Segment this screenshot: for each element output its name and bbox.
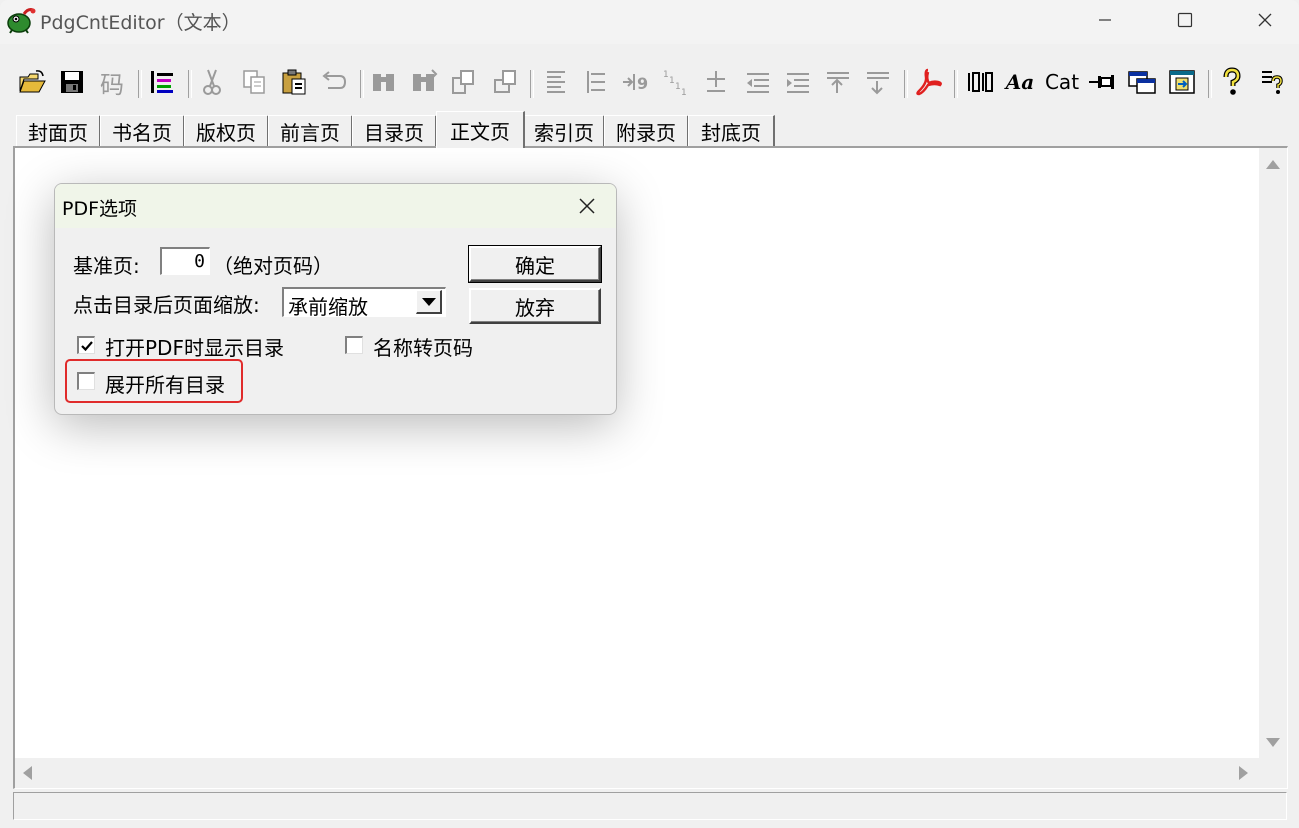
help-icon[interactable] <box>1216 66 1248 98</box>
base-page-input[interactable]: 0 <box>160 247 210 275</box>
align-indent-icon[interactable] <box>580 66 612 98</box>
indent-right-icon[interactable] <box>782 66 814 98</box>
svg-text:1: 1 <box>669 76 675 86</box>
dialog-close-button[interactable] <box>567 190 607 222</box>
toolbar-separator <box>530 70 534 98</box>
zoom-dropdown-button[interactable] <box>416 290 442 314</box>
tab-back-cover[interactable]: 封底页 <box>688 115 775 146</box>
dialog-title: PDF选项 <box>62 198 138 220</box>
level-down-icon[interactable] <box>862 66 894 98</box>
toolbar-separator <box>138 70 142 98</box>
open-folder-icon[interactable] <box>16 66 48 98</box>
window-title: PdgCntEditor（文本） <box>40 12 241 34</box>
undo-icon[interactable] <box>318 66 350 98</box>
tab-copyright[interactable]: 版权页 <box>184 115 269 146</box>
zoom-select[interactable]: 承前缩放 <box>282 287 446 319</box>
show-toc-checkbox[interactable] <box>77 336 95 354</box>
level-up-icon[interactable] <box>822 66 854 98</box>
tab-appendix[interactable]: 附录页 <box>604 115 689 146</box>
whats-this-icon[interactable] <box>1256 66 1288 98</box>
highlight-box <box>65 359 243 403</box>
show-toc-label[interactable]: 打开PDF时显示目录 <box>105 332 284 361</box>
scroll-left-icon[interactable] <box>23 766 32 780</box>
tab-index[interactable]: 索引页 <box>524 115 605 146</box>
tab-cover[interactable]: 封面页 <box>16 115 101 146</box>
status-bar <box>13 792 1287 820</box>
maximize-button[interactable] <box>1162 0 1208 40</box>
toolbar-separator <box>1208 70 1212 98</box>
close-icon <box>579 198 595 214</box>
minimize-button[interactable] <box>1082 0 1128 40</box>
app-window: PdgCntEditor（文本） 码 9 1 1 1 1 Aa Cat 封面页 … <box>0 0 1299 828</box>
zoom-label: 点击目录后页面缩放: <box>73 293 260 317</box>
dialog-title-bar[interactable]: PDF选项 <box>55 184 616 228</box>
svg-text:1: 1 <box>675 82 681 92</box>
export-icon[interactable] <box>1166 66 1198 98</box>
tab-contents[interactable]: 目录页 <box>352 115 437 146</box>
name-to-page-checkbox[interactable] <box>345 336 363 354</box>
ok-button[interactable]: 确定 <box>468 245 602 283</box>
pin-icon[interactable] <box>1086 66 1118 98</box>
cat-icon[interactable]: Cat <box>1042 66 1082 98</box>
chevron-down-icon <box>422 298 436 306</box>
toolbar-separator <box>188 70 192 98</box>
scroll-up-icon[interactable] <box>1266 160 1280 169</box>
svg-text:1: 1 <box>663 70 669 80</box>
columns-icon[interactable] <box>964 66 996 98</box>
number-icon[interactable]: 9 <box>620 66 652 98</box>
find-icon[interactable] <box>368 66 400 98</box>
cancel-button[interactable]: 放弃 <box>469 288 601 324</box>
tab-preface[interactable]: 前言页 <box>268 115 353 146</box>
title-bar[interactable]: PdgCntEditor（文本） <box>0 0 1299 44</box>
plus-minus-icon[interactable] <box>700 66 732 98</box>
save-icon[interactable] <box>56 66 88 98</box>
name-to-page-label[interactable]: 名称转页码 <box>373 332 473 361</box>
replace-next-icon[interactable] <box>490 66 522 98</box>
vertical-scrollbar[interactable] <box>1259 148 1287 758</box>
app-logo-icon <box>6 6 36 34</box>
font-icon[interactable]: Aa <box>1004 66 1036 98</box>
toolbar-separator <box>904 70 908 98</box>
window-icon[interactable] <box>1126 66 1158 98</box>
number-list-icon[interactable]: 1111 <box>660 66 692 98</box>
svg-text:9: 9 <box>637 74 648 93</box>
paste-icon[interactable] <box>278 66 310 98</box>
horizontal-scrollbar[interactable] <box>15 758 1259 788</box>
replace-icon[interactable] <box>448 66 480 98</box>
tree-icon[interactable] <box>146 66 178 98</box>
svg-text:1: 1 <box>681 88 687 97</box>
copy-icon[interactable] <box>238 66 270 98</box>
cut-icon[interactable] <box>196 66 228 98</box>
find-next-icon[interactable] <box>408 66 440 98</box>
close-button[interactable] <box>1242 0 1288 40</box>
checkmark-icon <box>81 341 93 352</box>
base-page-hint: （绝对页码） <box>213 254 333 278</box>
indent-left-icon[interactable] <box>742 66 774 98</box>
zoom-select-value: 承前缩放 <box>288 295 368 319</box>
toolbar-separator <box>360 70 364 98</box>
align-left-icon[interactable] <box>540 66 572 98</box>
tab-body[interactable]: 正文页 <box>436 111 525 148</box>
base-page-label: 基准页: <box>73 254 140 278</box>
scroll-down-icon[interactable] <box>1266 738 1280 747</box>
pdf-options-dialog: PDF选项 基准页: 0 （绝对页码） 点击目录后页面缩放: 承前缩放 确定 放… <box>54 183 617 415</box>
scroll-right-icon[interactable] <box>1239 766 1248 780</box>
tab-title-page[interactable]: 书名页 <box>100 115 185 146</box>
toolbar-separator <box>954 70 958 98</box>
toolbar: 码 9 1 1 1 1 Aa Cat <box>0 60 1299 106</box>
pdf-icon[interactable] <box>912 66 944 98</box>
code-icon[interactable]: 码 <box>96 66 128 99</box>
